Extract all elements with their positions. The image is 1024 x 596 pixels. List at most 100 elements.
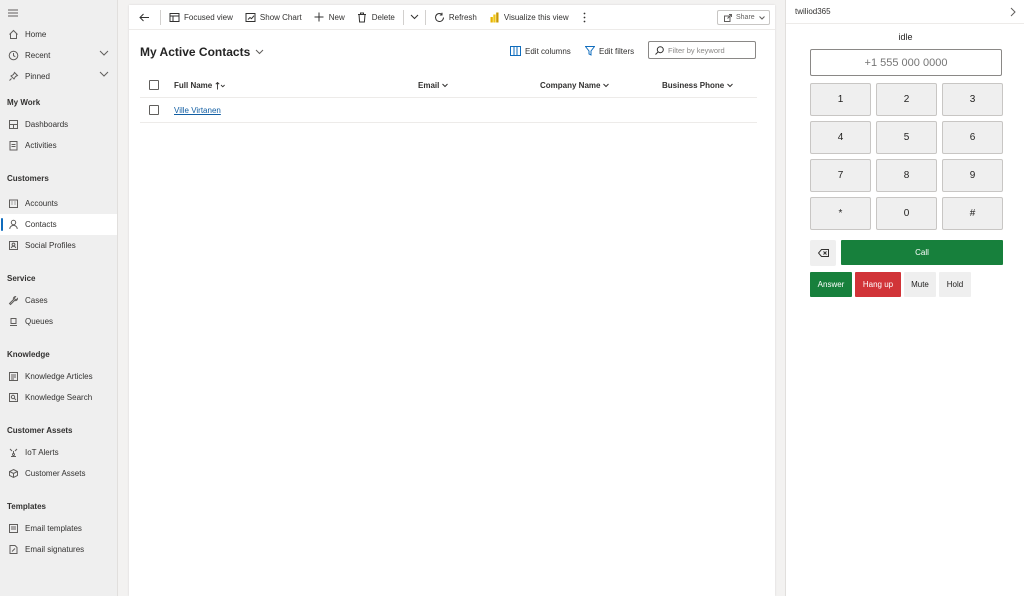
chevron-right-icon[interactable] — [1010, 7, 1016, 17]
edit-columns-label: Edit columns — [525, 46, 571, 56]
arrow-left-icon — [139, 13, 150, 22]
column-label: Business Phone — [662, 81, 725, 90]
sidebar-group-service: Service — [7, 273, 36, 283]
sidebar-item-label: IoT Alerts — [25, 448, 59, 457]
chevron-down-icon — [442, 83, 449, 88]
visualize-view-button[interactable]: Visualize this view — [483, 5, 575, 30]
view-selector[interactable]: My Active Contacts — [140, 45, 264, 59]
column-label: Email — [418, 81, 440, 90]
more-options-button[interactable] — [575, 5, 594, 30]
new-label: New — [328, 12, 345, 22]
focused-view-label: Focused view — [184, 12, 233, 22]
dashboard-icon — [7, 119, 19, 131]
column-header-full-name[interactable]: Full Name — [174, 73, 226, 98]
row-checkbox[interactable] — [149, 105, 159, 115]
sidebar-item-queues[interactable]: Queues — [0, 311, 117, 332]
home-icon — [7, 29, 19, 41]
divider — [402, 9, 404, 25]
delete-button[interactable]: Delete — [351, 5, 401, 30]
select-all-checkbox[interactable] — [149, 80, 159, 90]
sidebar-menu-toggle[interactable] — [0, 6, 117, 20]
grid-header: Full Name Email Company Name Business Ph… — [140, 73, 757, 98]
sidebar-item-recent[interactable]: Recent — [0, 45, 117, 66]
dialpad-key-1[interactable]: 1 — [810, 83, 871, 116]
dialpad-key-6[interactable]: 6 — [942, 121, 1003, 154]
column-header-business-phone[interactable]: Business Phone — [662, 73, 734, 98]
sidebar-item-label: Home — [25, 30, 47, 39]
dialpad-key-2[interactable]: 2 — [876, 83, 937, 116]
dialpad-key-0[interactable]: 0 — [876, 197, 937, 230]
sidebar-item-cases[interactable]: Cases — [0, 290, 117, 311]
sidebar-item-dashboards[interactable]: Dashboards — [0, 114, 117, 135]
dialpad-key-hash[interactable]: # — [942, 197, 1003, 230]
iot-alert-icon — [7, 447, 19, 459]
dialpad-key-4[interactable]: 4 — [810, 121, 871, 154]
sidebar-item-label: Cases — [25, 296, 48, 305]
sidebar-group-knowledge: Knowledge — [7, 349, 50, 359]
sidebar-item-knowledge-articles[interactable]: Knowledge Articles — [0, 366, 117, 387]
clipboard-icon — [7, 140, 19, 152]
sidebar-item-home[interactable]: Home — [0, 24, 117, 45]
answer-button[interactable]: Answer — [810, 272, 852, 297]
person-icon — [7, 219, 19, 231]
focused-view-icon — [169, 12, 180, 23]
phone-number-input[interactable] — [810, 49, 1002, 76]
focused-view-button[interactable]: Focused view — [163, 5, 239, 30]
panel-title: twiliod365 — [795, 7, 831, 16]
sidebar-item-pinned[interactable]: Pinned — [0, 66, 117, 87]
new-button[interactable]: New — [308, 5, 351, 30]
chevron-down-icon[interactable] — [99, 71, 109, 77]
edit-filters-button[interactable]: Edit filters — [585, 46, 634, 56]
sidebar-item-knowledge-search[interactable]: Knowledge Search — [0, 387, 117, 408]
trash-icon — [357, 12, 368, 23]
contact-name-link[interactable]: Ville Virtanen — [174, 98, 221, 123]
sidebar-item-label: Email signatures — [25, 545, 85, 554]
dialpad-key-8[interactable]: 8 — [876, 159, 937, 192]
sidebar-item-accounts[interactable]: Accounts — [0, 193, 117, 214]
backspace-icon — [817, 249, 829, 257]
chevron-down-icon[interactable] — [99, 50, 109, 56]
sidebar-nav: Home Recent Pinned My Work Dashboards Ac… — [0, 0, 118, 596]
sidebar-item-email-signatures[interactable]: Email signatures — [0, 539, 117, 560]
share-label: Share — [736, 14, 755, 21]
refresh-icon — [434, 12, 445, 23]
sidebar-item-iot-alerts[interactable]: IoT Alerts — [0, 442, 117, 463]
sidebar-item-email-templates[interactable]: Email templates — [0, 518, 117, 539]
sidebar-item-social-profiles[interactable]: Social Profiles — [0, 235, 117, 256]
more-commands-dropdown[interactable] — [406, 5, 423, 30]
column-header-company-name[interactable]: Company Name — [540, 73, 610, 98]
edit-columns-button[interactable]: Edit columns — [510, 46, 571, 56]
share-button[interactable]: Share — [717, 10, 770, 25]
power-bi-icon — [489, 12, 500, 23]
sidebar-item-label: Dashboards — [25, 120, 69, 129]
dialpad-key-9[interactable]: 9 — [942, 159, 1003, 192]
hold-button[interactable]: Hold — [939, 272, 971, 297]
chevron-down-icon — [603, 83, 610, 88]
dialpad-key-star[interactable]: * — [810, 197, 871, 230]
show-chart-button[interactable]: Show Chart — [239, 5, 308, 30]
call-status: idle — [898, 32, 913, 42]
search-input[interactable]: Filter by keyword — [648, 41, 756, 59]
call-button[interactable]: Call — [841, 240, 1003, 265]
edit-filters-label: Edit filters — [599, 46, 635, 56]
dialpad-key-3[interactable]: 3 — [942, 83, 1003, 116]
mute-button[interactable]: Mute — [904, 272, 936, 297]
sidebar-item-label: Queues — [25, 317, 54, 326]
sidebar-item-activities[interactable]: Activities — [0, 135, 117, 156]
column-header-email[interactable]: Email — [418, 73, 449, 98]
sidebar-item-customer-assets[interactable]: Customer Assets — [0, 463, 117, 484]
dialpad-key-5[interactable]: 5 — [876, 121, 937, 154]
plus-icon — [314, 12, 325, 23]
sidebar-item-label: Knowledge Search — [25, 393, 93, 402]
dialpad-key-7[interactable]: 7 — [810, 159, 871, 192]
back-button[interactable] — [129, 5, 158, 30]
table-row[interactable]: Ville Virtanen — [140, 98, 757, 123]
refresh-button[interactable]: Refresh — [428, 5, 483, 30]
sidebar-group-customers: Customers — [7, 173, 49, 183]
clock-icon — [7, 50, 19, 62]
queue-icon — [7, 316, 19, 328]
hang-up-button[interactable]: Hang up — [855, 272, 901, 297]
backspace-button[interactable] — [810, 240, 836, 266]
chevron-down-icon — [255, 49, 264, 55]
sidebar-item-contacts[interactable]: Contacts — [0, 214, 117, 235]
